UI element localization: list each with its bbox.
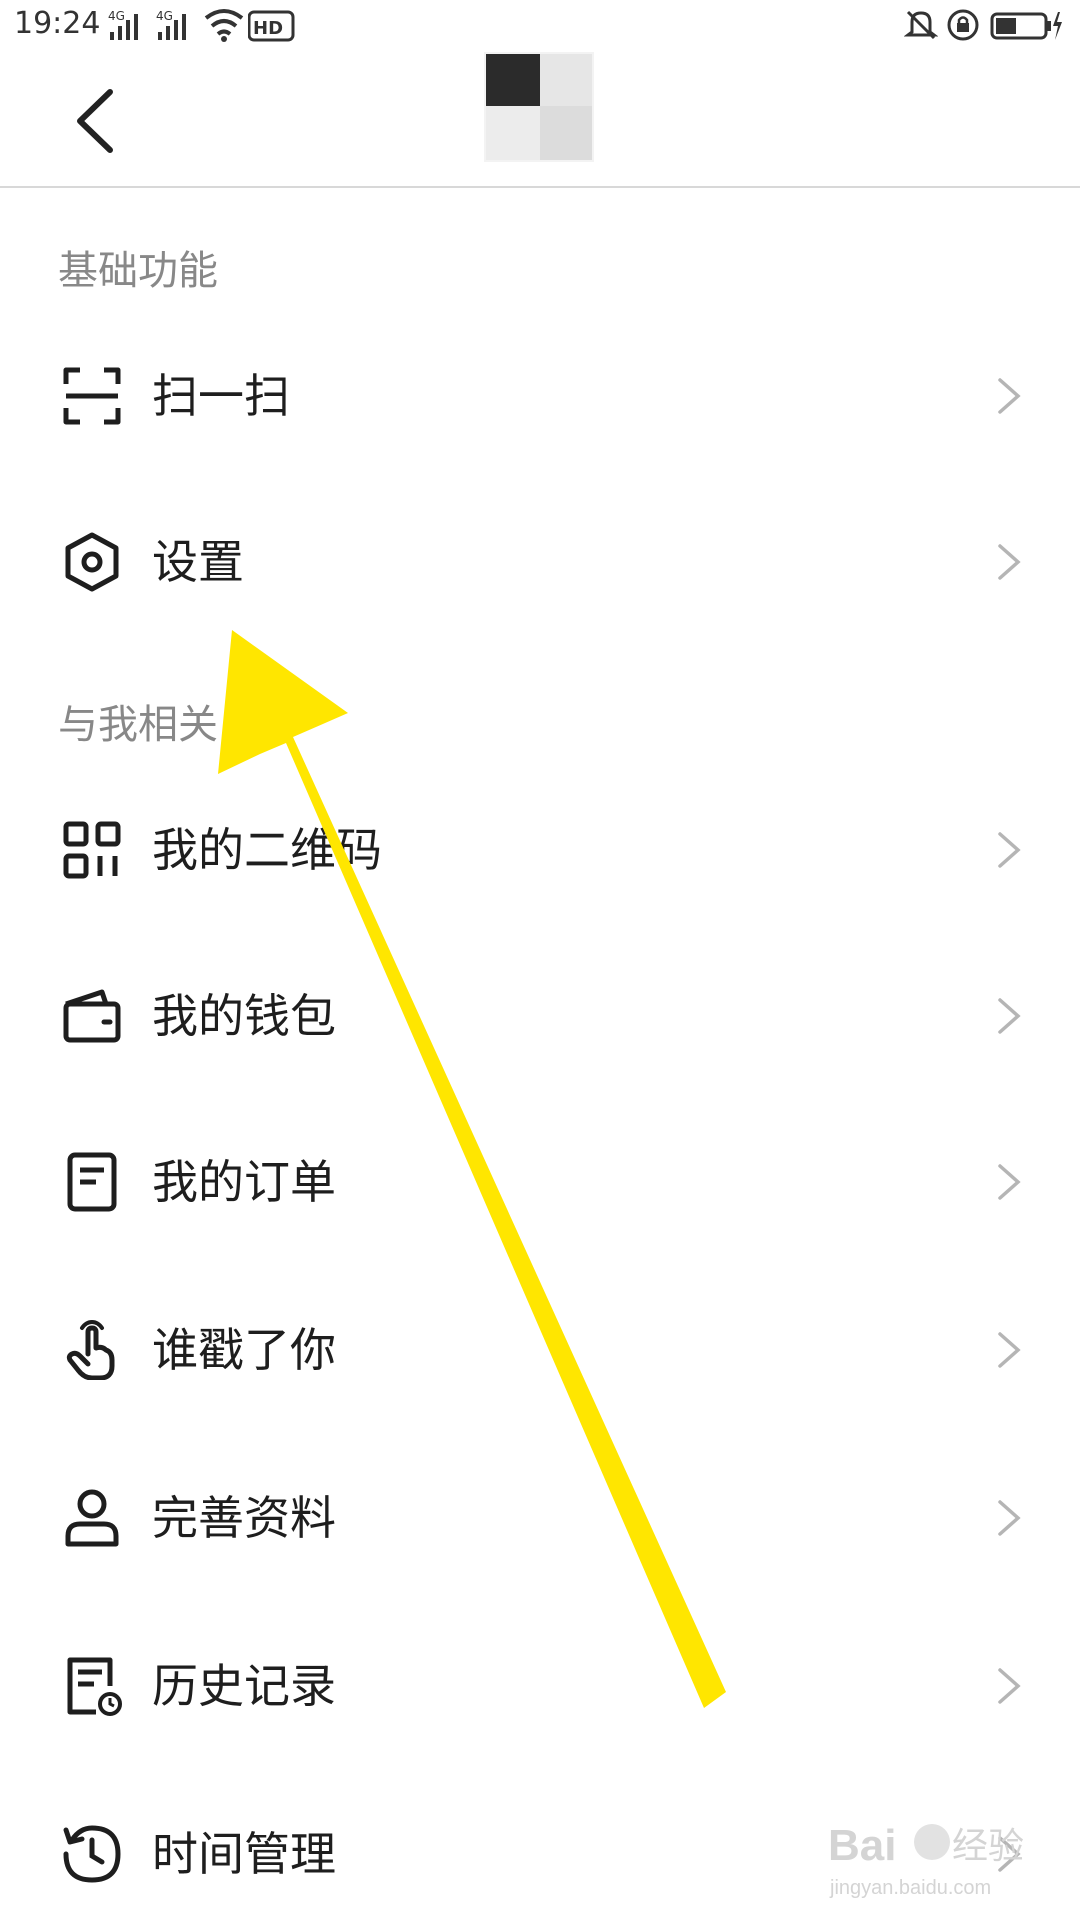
menu-item-history[interactable]: 历史记录 bbox=[0, 1616, 1080, 1756]
menu-item-settings[interactable]: 设置 bbox=[0, 492, 1080, 632]
chevron-right-icon bbox=[998, 1164, 1021, 1200]
menu-item-label: 我的二维码 bbox=[152, 823, 382, 877]
chevron-right-icon bbox=[998, 1668, 1021, 1704]
menu-item-label: 时间管理 bbox=[152, 1827, 336, 1881]
signal-4g-icon-2: 4G bbox=[156, 9, 186, 40]
profile-icon bbox=[65, 1489, 119, 1547]
watermark-brand: Bai bbox=[828, 1821, 896, 1870]
menu-item-label: 历史记录 bbox=[152, 1659, 336, 1713]
battery-charging-icon bbox=[990, 12, 1062, 40]
back-button[interactable] bbox=[66, 86, 126, 156]
finger-poke-icon bbox=[66, 1320, 115, 1380]
chevron-right-icon bbox=[998, 832, 1021, 868]
menu-item-label: 扫一扫 bbox=[152, 369, 290, 423]
chevron-right-icon bbox=[998, 544, 1021, 580]
mute-icon bbox=[904, 10, 938, 40]
section-header-related: 与我相关 bbox=[58, 702, 218, 748]
menu-item-profile[interactable]: 完善资料 bbox=[0, 1448, 1080, 1588]
watermark-url: jingyan.baidu.com bbox=[829, 1877, 991, 1899]
status-time: 19:24 bbox=[14, 6, 101, 41]
menu-item-scan[interactable]: 扫一扫 bbox=[0, 326, 1080, 466]
menu-item-label: 我的订单 bbox=[152, 1155, 336, 1209]
signal-4g-icon: 4G bbox=[108, 9, 138, 40]
nav-bar bbox=[0, 52, 1080, 188]
scan-icon bbox=[63, 367, 121, 425]
hd-icon: HD bbox=[248, 10, 295, 42]
menu-item-qr-code[interactable]: 我的二维码 bbox=[0, 780, 1080, 920]
wallet-icon bbox=[63, 989, 121, 1043]
watermark-brand-suffix: 经验 bbox=[952, 1826, 1024, 1867]
menu-item-wallet[interactable]: 我的钱包 bbox=[0, 946, 1080, 1086]
paw-icon bbox=[914, 1824, 950, 1860]
chevron-right-icon bbox=[998, 378, 1021, 414]
qr-code-icon bbox=[63, 821, 121, 879]
clock-history-icon bbox=[63, 1825, 121, 1883]
status-bar: 19:24 4G 4G HD bbox=[0, 0, 1080, 56]
svg-text:HD: HD bbox=[253, 18, 283, 39]
history-doc-icon bbox=[67, 1657, 122, 1716]
order-icon bbox=[67, 1152, 117, 1212]
menu-item-label: 设置 bbox=[152, 535, 244, 589]
menu-item-orders[interactable]: 我的订单 bbox=[0, 1112, 1080, 1252]
wifi-icon bbox=[204, 9, 244, 42]
section-header-basic: 基础功能 bbox=[58, 248, 218, 294]
chevron-right-icon bbox=[998, 1500, 1021, 1536]
menu-item-label: 谁戳了你 bbox=[152, 1323, 336, 1377]
menu-item-poke[interactable]: 谁戳了你 bbox=[0, 1280, 1080, 1420]
svg-text:4G: 4G bbox=[156, 9, 173, 23]
baidu-jingyan-watermark: Bai 经验 jingyan.baidu.com bbox=[828, 1821, 1024, 1899]
svg-text:4G: 4G bbox=[108, 9, 125, 23]
menu-item-label: 我的钱包 bbox=[152, 989, 336, 1043]
menu-item-label: 完善资料 bbox=[152, 1491, 336, 1545]
chevron-right-icon bbox=[998, 998, 1021, 1034]
chevron-right-icon bbox=[998, 1332, 1021, 1368]
settings-hexagon-icon bbox=[65, 532, 119, 592]
avatar[interactable] bbox=[484, 52, 594, 162]
lock-icon bbox=[947, 9, 979, 41]
